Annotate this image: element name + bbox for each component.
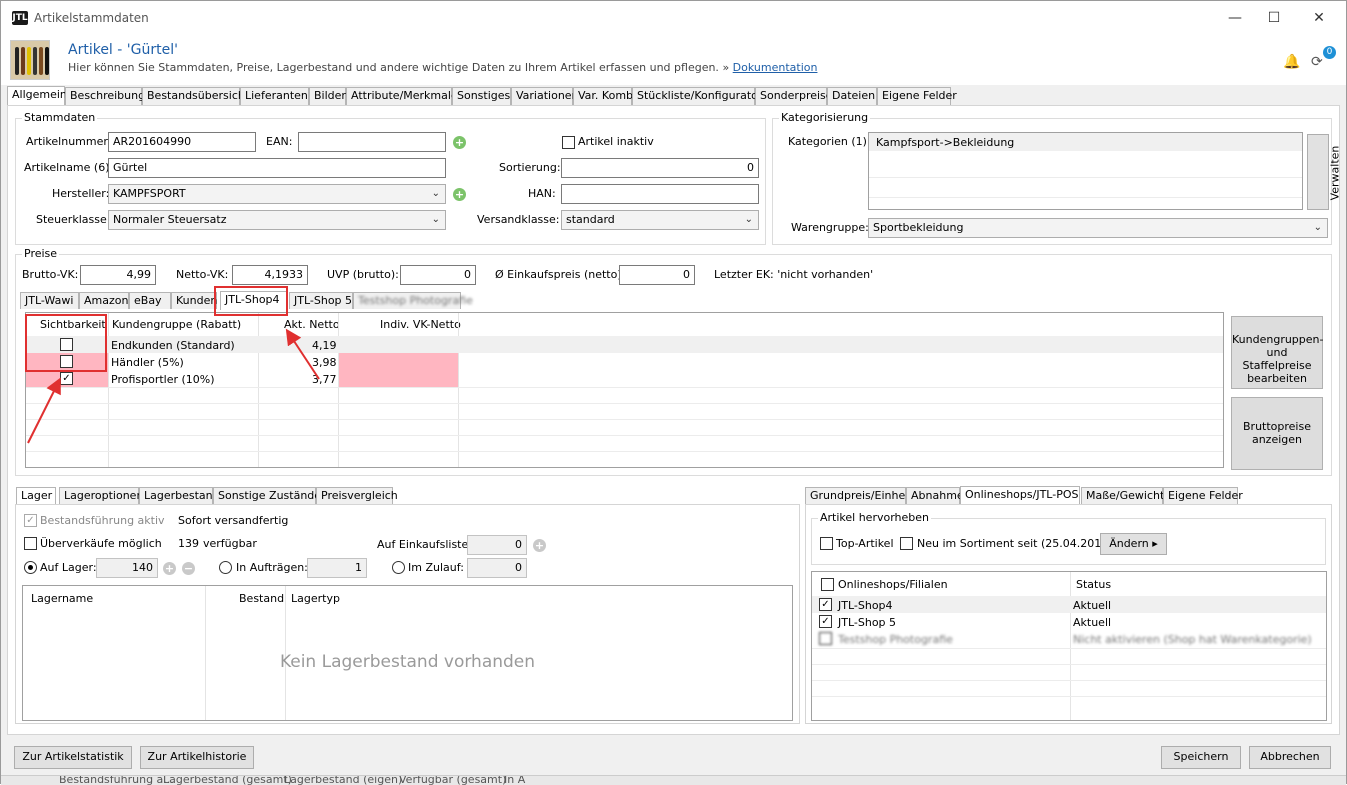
artikelstammdaten-window: JTL Artikelstammdaten — ☐ ✕ Artikel - 'G…	[0, 0, 1347, 785]
artikelstatistik-button[interactable]: Zur Artikelstatistik	[14, 746, 132, 769]
arrow-to-checkbox	[27, 377, 61, 444]
annotation-arrows	[27, 328, 320, 444]
abbrechen-button[interactable]: Abbrechen	[1249, 746, 1331, 769]
artikelhistorie-button[interactable]: Zur Artikelhistorie	[140, 746, 254, 769]
speichern-button[interactable]: Speichern	[1161, 746, 1241, 769]
arrow-to-shop4-tab	[285, 328, 320, 380]
